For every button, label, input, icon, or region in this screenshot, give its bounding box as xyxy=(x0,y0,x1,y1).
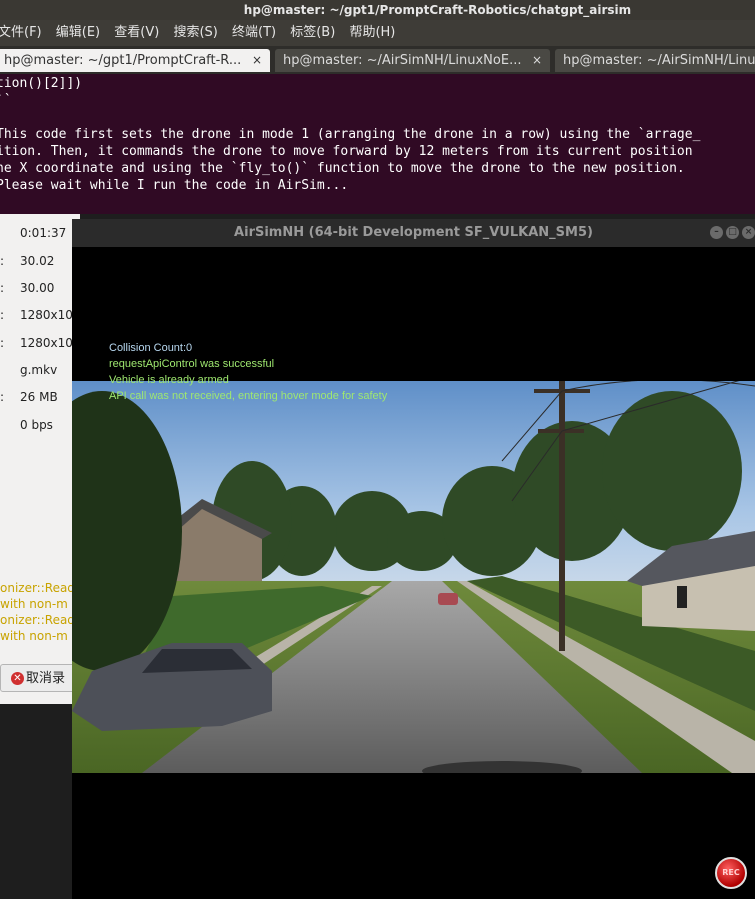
terminal-tab-strip: hp@master: ~/gpt1/PromptCraft-R... × hp@… xyxy=(0,46,755,74)
tab-airsimnh-2[interactable]: hp@master: ~/AirSimNH/Linux xyxy=(555,49,755,72)
menu-tabs[interactable]: 标签(B) xyxy=(290,20,335,46)
close-icon[interactable]: × xyxy=(742,226,755,239)
terminal-line: `` xyxy=(0,93,12,108)
tab-promptcraft[interactable]: hp@master: ~/gpt1/PromptCraft-R... × xyxy=(0,49,270,72)
minimize-icon[interactable]: – xyxy=(710,226,723,239)
terminal-line: tion()[2]]) xyxy=(0,76,83,91)
close-icon[interactable]: × xyxy=(532,49,542,72)
menu-search[interactable]: 搜索(S) xyxy=(173,20,217,46)
warning-line: with non-m xyxy=(0,597,68,611)
terminal-title-bar: hp@master: ~/gpt1/PromptCraft-Robotics/c… xyxy=(0,0,755,20)
maximize-icon[interactable]: □ xyxy=(726,226,739,239)
tab-label: hp@master: ~/AirSimNH/Linux xyxy=(563,53,755,68)
airsim-title-bar[interactable]: AirSimNH (64-bit Development SF_VULKAN_S… xyxy=(72,219,755,247)
tab-airsimnh-1[interactable]: hp@master: ~/AirSimNH/LinuxNoE... × xyxy=(275,49,550,72)
recording-properties-panel: 0:01:37 : 30.02 : 30.00 : 1280x10 : 1280… xyxy=(0,214,80,704)
distant-car xyxy=(438,593,458,605)
menu-edit[interactable]: 编辑(E) xyxy=(56,20,100,46)
utility-pole xyxy=(559,381,565,651)
terminal-output[interactable]: tion()[2]]) `` This code first sets the … xyxy=(0,74,755,214)
cancel-label: 取消录 xyxy=(26,671,66,686)
tab-label: hp@master: ~/AirSimNH/LinuxNoE... xyxy=(283,53,522,68)
collision-count-text: Collision Count:0 xyxy=(109,342,193,354)
record-icon[interactable]: REC xyxy=(715,857,747,889)
house-window xyxy=(677,586,687,608)
terminal-menu-bar: 文件(F) 编辑(E) 查看(V) 搜索(S) 终端(T) 标签(B) 帮助(H… xyxy=(0,20,755,46)
menu-terminal[interactable]: 终端(T) xyxy=(232,20,276,46)
desktop-background xyxy=(0,704,80,899)
menu-file[interactable]: 文件(F) xyxy=(0,20,42,46)
airsim-title: AirSimNH (64-bit Development SF_VULKAN_S… xyxy=(234,225,593,240)
terminal-title: hp@master: ~/gpt1/PromptCraft-Robotics/c… xyxy=(243,3,632,17)
terminal-line: ition. Then, it commands the drone to mo… xyxy=(0,144,693,159)
cancel-icon: ✕ xyxy=(11,672,24,685)
tab-label: hp@master: ~/gpt1/PromptCraft-R... xyxy=(4,53,242,68)
terminal-line: he X coordinate and using the `fly_to()`… xyxy=(0,161,685,176)
warning-line: onizer::Read xyxy=(0,581,75,595)
terminal-line: This code first sets the drone in mode 1… xyxy=(0,127,701,142)
hover-mode-message: API call was not received, entering hove… xyxy=(109,390,388,402)
terminal-line: Please wait while I run the code in AirS… xyxy=(0,178,349,193)
airsim-window[interactable]: AirSimNH (64-bit Development SF_VULKAN_S… xyxy=(72,219,755,899)
simulation-viewport[interactable] xyxy=(72,381,755,773)
menu-help[interactable]: 帮助(H) xyxy=(349,20,395,46)
warning-line: with non-m xyxy=(0,629,68,643)
armed-message: Vehicle is already armed xyxy=(109,374,229,386)
api-control-message: requestApiControl was successful xyxy=(109,358,275,370)
menu-view[interactable]: 查看(V) xyxy=(114,20,159,46)
warning-line: onizer::Read xyxy=(0,613,75,627)
close-icon[interactable]: × xyxy=(252,49,262,72)
